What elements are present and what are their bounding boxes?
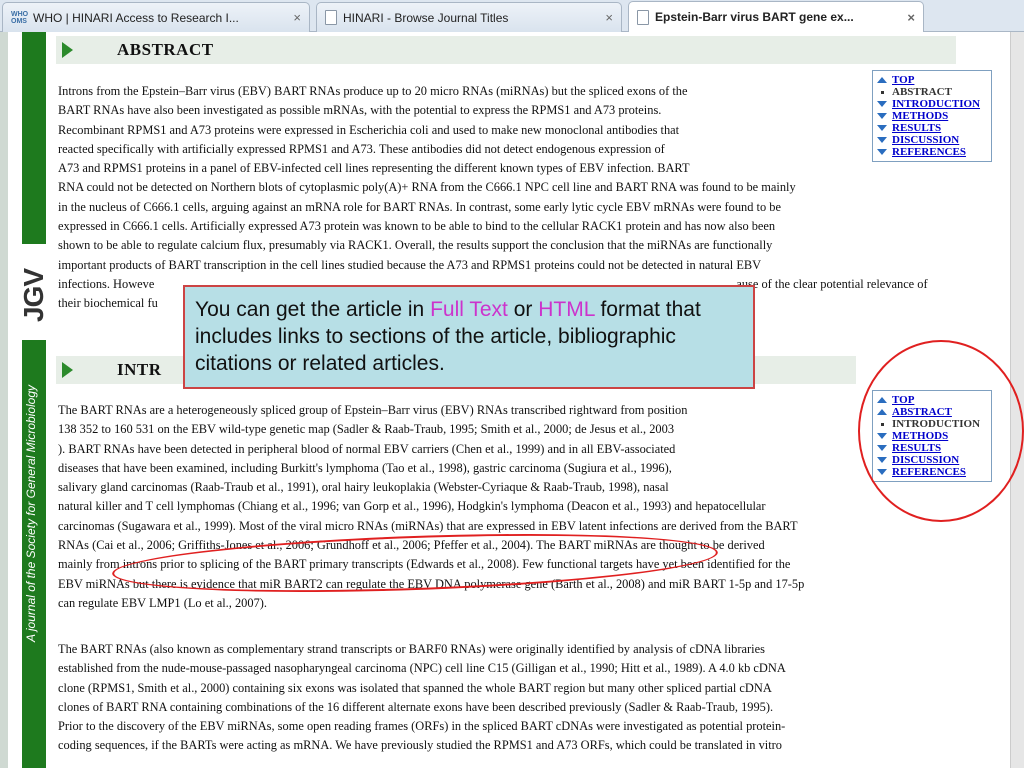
nav-current: ABSTRACT xyxy=(892,86,952,98)
text-line: carcinomas (Sugawara et al., 1999). Most… xyxy=(58,518,798,533)
tab-label: WHO | HINARI Access to Research I... xyxy=(33,10,239,25)
intro-paragraph-2: The BART RNAs (also known as complementa… xyxy=(58,640,786,756)
text-line: The BART RNAs are a heterogeneously spli… xyxy=(58,403,688,417)
text-line: can regulate EBV LMP1 (Lo et al., 2007). xyxy=(58,595,267,610)
section-title: ABSTRACT xyxy=(117,40,214,59)
text-line: coding sequences, if the BARTs were acti… xyxy=(58,738,782,753)
callout-text: You can get the article in xyxy=(195,298,431,321)
tab-epstein-barr-article[interactable]: Epstein-Barr virus BART gene ex... × xyxy=(628,1,924,32)
text-line: ). BART RNAs have been detected in perip… xyxy=(58,441,676,456)
close-icon[interactable]: × xyxy=(293,10,301,25)
text-line: in the nucleus of C666.1 cells, arguing … xyxy=(58,199,781,214)
text-line: diseases that have been examined, includ… xyxy=(58,460,672,475)
callout-highlight-full-text: Full Text xyxy=(430,298,508,321)
text-line: shown to be able to regulate calcium flu… xyxy=(58,238,773,253)
nav-item-methods[interactable]: METHODS xyxy=(877,110,987,122)
text-line: clones of BART RNA containing combinatio… xyxy=(58,699,774,714)
page-icon xyxy=(325,10,337,25)
bullet-icon xyxy=(881,90,884,94)
sidebar-stripe xyxy=(0,32,8,768)
tab-who-hinari[interactable]: WHO OMS WHO | HINARI Access to Research … xyxy=(2,2,310,32)
text-line: salivary gland carcinomas (Raab-Traub et… xyxy=(58,480,669,495)
nav-link[interactable]: TOP xyxy=(892,74,914,86)
nav-link[interactable]: RESULTS xyxy=(892,122,941,134)
text-line: Prior to the discovery of the EBV miRNAs… xyxy=(58,719,786,734)
text-line: BART RNAs have also been investigated as… xyxy=(58,103,662,118)
callout-highlight-html: HTML xyxy=(538,298,595,321)
journal-tagline: A journal of the Society for General Mic… xyxy=(24,384,38,642)
text-fragment: infections. Howeve xyxy=(58,276,155,291)
nav-link[interactable]: METHODS xyxy=(892,110,948,122)
callout-text: or xyxy=(507,298,539,321)
section-title: INTR xyxy=(117,360,162,379)
section-arrow-icon xyxy=(62,362,73,378)
tab-label: Epstein-Barr virus BART gene ex... xyxy=(655,10,854,24)
text-line: natural killer and T cell lymphomas (Chi… xyxy=(58,499,766,514)
arrow-down-icon xyxy=(877,113,887,119)
text-line: Recombinant RPMS1 and A73 proteins were … xyxy=(58,122,680,137)
text-line: expressed in C666.1 cells. Artificially … xyxy=(58,219,776,234)
text-line: established from the nude-mouse-passaged… xyxy=(58,661,786,676)
text-line: Introns from the Epstein–Barr virus (EBV… xyxy=(58,84,688,98)
abstract-text: Introns from the Epstein–Barr virus (EBV… xyxy=(58,82,928,314)
section-arrow-icon xyxy=(62,42,73,58)
text-line: The BART RNAs (also known as complementa… xyxy=(58,642,765,656)
section-nav-abstract: TOP ABSTRACT INTRODUCTION METHODS RESULT… xyxy=(872,70,992,162)
arrow-down-icon xyxy=(877,137,887,143)
page-icon xyxy=(637,9,649,25)
text-line: reacted specifically with artificially e… xyxy=(58,141,665,156)
nav-item-abstract: ABSTRACT xyxy=(877,86,987,98)
text-line: A73 and RPMS1 proteins in a panel of EBV… xyxy=(58,161,690,176)
nav-item-references[interactable]: REFERENCES xyxy=(877,146,987,158)
arrow-down-icon xyxy=(877,101,887,107)
close-icon[interactable]: × xyxy=(605,10,613,25)
abstract-heading: ABSTRACT xyxy=(56,36,956,64)
who-icon: WHO OMS xyxy=(11,10,29,25)
close-icon[interactable]: × xyxy=(907,10,915,25)
arrow-up-icon xyxy=(877,77,887,83)
arrow-down-icon xyxy=(877,149,887,155)
text-line: important products of BART transcription… xyxy=(58,257,762,272)
nav-link[interactable]: INTRODUCTION xyxy=(892,98,980,110)
nav-item-top[interactable]: TOP xyxy=(877,74,987,86)
text-line: clone (RPMS1, Smith et al., 2000) contai… xyxy=(58,680,772,695)
text-line: 138 352 to 160 531 on the EBV wild-type … xyxy=(58,422,675,437)
journal-sidebar: JGV A journal of the Society for General… xyxy=(0,32,49,768)
nav-item-introduction[interactable]: INTRODUCTION xyxy=(877,98,987,110)
annotation-circle-nav xyxy=(858,340,1024,522)
annotation-callout: You can get the article in Full Text or … xyxy=(183,285,755,389)
tab-browse-journals[interactable]: HINARI - Browse Journal Titles × xyxy=(316,2,622,32)
arrow-down-icon xyxy=(877,125,887,131)
nav-item-results[interactable]: RESULTS xyxy=(877,122,987,134)
browser-tab-bar: WHO OMS WHO | HINARI Access to Research … xyxy=(0,0,1024,32)
text-fragment: ause of the clear potential relevance of xyxy=(736,276,928,291)
tab-label: HINARI - Browse Journal Titles xyxy=(343,10,509,25)
text-line: RNA could not be detected on Northern bl… xyxy=(58,180,796,195)
nav-link[interactable]: DISCUSSION xyxy=(892,134,959,146)
nav-item-discussion[interactable]: DISCUSSION xyxy=(877,134,987,146)
nav-link[interactable]: REFERENCES xyxy=(892,146,966,158)
